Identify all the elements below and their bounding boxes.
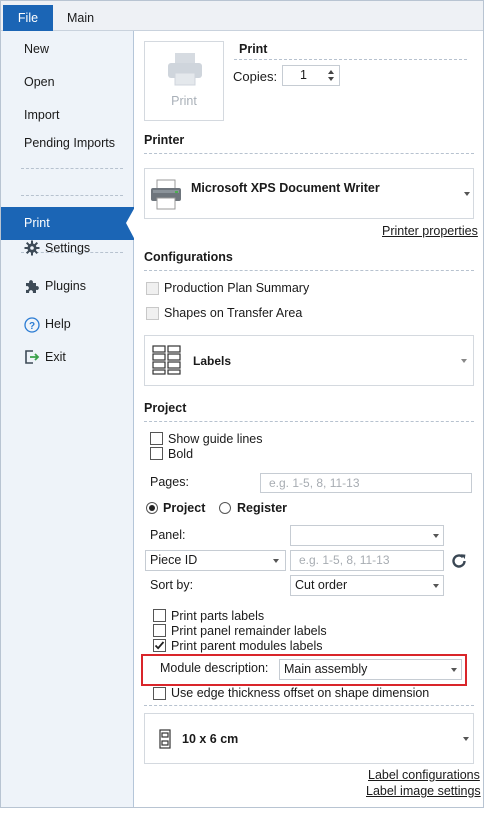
print-parent-modules-labels-checkbox[interactable] [153,639,166,652]
divider [234,59,467,60]
module-description-label: Module description: [160,661,269,675]
print-panel-remainder-labels-label: Print panel remainder labels [171,624,327,638]
tab-main[interactable]: Main [67,5,94,31]
label-image-settings-link[interactable]: Label image settings [366,784,481,798]
svg-text:?: ? [29,321,35,332]
sidebar-item-exit[interactable]: Exit [45,350,66,364]
divider [144,705,474,706]
divider [144,153,474,154]
chevron-down-icon [273,559,279,563]
app-window: File Main New Open Import Pending Import… [0,0,484,808]
printer-properties-link[interactable]: Printer properties [382,224,478,238]
print-parts-labels-label: Print parts labels [171,609,265,623]
register-radio-label: Register [237,501,288,515]
printer-select[interactable]: Microsoft XPS Document Writer [144,168,474,219]
sidebar-item-help[interactable]: Help [45,317,71,331]
panel-select[interactable] [290,525,444,546]
shapes-on-transfer-area-label: Shapes on Transfer Area [164,306,303,320]
divider [144,270,474,271]
sidebar-item-open[interactable]: Open [24,75,55,89]
production-plan-summary-checkbox[interactable] [146,282,159,295]
sidebar-item-plugins[interactable]: Plugins [45,279,86,293]
ribbon-tab-bar: File Main [1,1,483,31]
register-radio[interactable] [219,502,231,514]
print-button-label: Print [171,94,197,108]
sort-by-select[interactable]: Cut order [290,575,444,596]
sidebar-item-print[interactable]: Print [1,207,134,240]
print-panel-remainder-labels-checkbox[interactable] [153,624,166,637]
configuration-type-value: Labels [193,354,232,368]
print-button[interactable]: Print [144,41,224,121]
pages-input[interactable]: e.g. 1-5, 8, 11-13 [260,473,472,493]
sidebar-item-import[interactable]: Import [24,108,59,122]
piece-id-input[interactable]: e.g. 1-5, 8, 11-13 [290,550,444,571]
use-edge-thickness-label: Use edge thickness offset on shape dimen… [171,686,430,700]
project-radio-label: Project [163,501,206,515]
checkmark-icon [154,641,165,650]
use-edge-thickness-checkbox[interactable] [153,687,166,700]
chevron-down-icon [461,359,467,363]
printer-device-icon [151,179,181,210]
refresh-icon[interactable] [450,552,468,570]
sidebar-item-new[interactable]: New [24,42,49,56]
copies-stepper[interactable]: 1 [282,65,340,86]
copies-value: 1 [300,68,307,82]
piece-id-select[interactable]: Piece ID [145,550,286,571]
printer-icon [168,53,202,86]
gear-icon [24,240,40,256]
puzzle-icon [26,280,39,293]
print-parts-labels-checkbox[interactable] [153,609,166,622]
label-size-select[interactable]: 10 x 6 cm [144,713,474,764]
label-size-value: 10 x 6 cm [182,732,239,746]
selected-pointer [126,207,135,240]
divider [144,421,474,422]
production-plan-summary-label: Production Plan Summary [164,281,310,295]
exit-icon [25,350,40,364]
print-parent-modules-labels-label: Print parent modules labels [171,639,323,653]
chevron-down-icon [463,737,469,741]
printer-name: Microsoft XPS Document Writer [191,181,380,195]
label-roll-icon [159,729,171,749]
sort-by-value: Cut order [295,578,348,592]
configurations-section-title: Configurations [144,250,233,264]
print-title: Print [239,42,268,56]
label-configurations-link[interactable]: Label configurations [368,768,480,782]
chevron-up-icon[interactable] [328,70,334,74]
sort-by-label: Sort by: [150,578,194,592]
sidebar-divider [21,168,123,169]
show-guide-lines-checkbox[interactable] [150,432,163,445]
pages-label: Pages: [150,475,189,489]
sidebar-item-pending-imports[interactable]: Pending Imports [24,136,115,150]
help-icon: ? [24,317,40,333]
labels-grid-icon [152,345,181,375]
bold-label: Bold [168,447,194,461]
chevron-down-icon[interactable] [328,77,334,81]
module-description-select[interactable]: Main assembly [279,659,462,680]
chevron-down-icon [433,534,439,538]
module-description-value: Main assembly [284,662,368,676]
piece-id-select-value: Piece ID [150,553,198,567]
shapes-on-transfer-area-checkbox[interactable] [146,307,159,320]
copies-label: Copies: [233,69,278,84]
configuration-type-select[interactable]: Labels [144,335,474,386]
project-section-title: Project [144,401,187,415]
backstage-sidebar: New Open Import Pending Imports Print Se… [1,31,135,807]
tab-file[interactable]: File [3,5,53,31]
panel-label: Panel: [150,528,186,542]
sidebar-divider [21,195,123,196]
sidebar-item-settings[interactable]: Settings [45,241,90,255]
project-radio[interactable] [146,502,158,514]
chevron-down-icon [464,192,470,196]
chevron-down-icon [451,668,457,672]
show-guide-lines-label: Show guide lines [168,432,263,446]
bold-checkbox[interactable] [150,447,163,460]
printer-section-title: Printer [144,133,185,147]
chevron-down-icon [433,584,439,588]
